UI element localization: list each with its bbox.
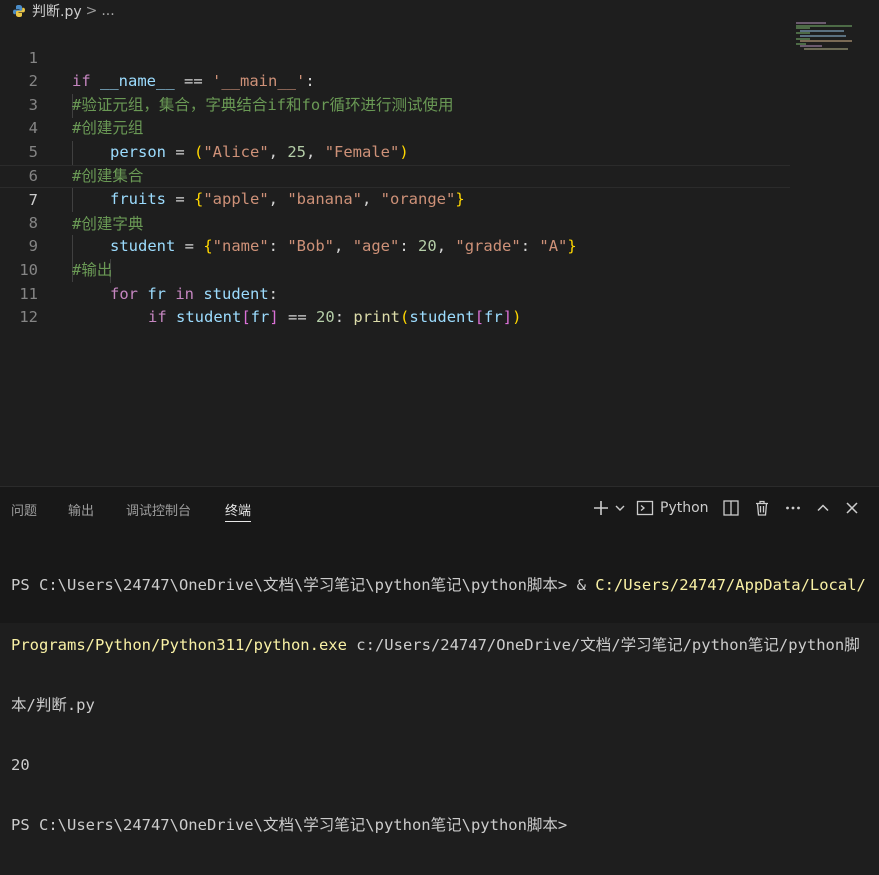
terminal-profile-button[interactable]: Python — [636, 499, 709, 517]
new-terminal-button[interactable] — [592, 499, 610, 517]
tab-terminal[interactable]: 终端 — [225, 500, 252, 522]
chevron-down-icon — [615, 505, 625, 511]
tab-debug-console[interactable]: 调试控制台 — [126, 500, 191, 519]
tab-output[interactable]: 输出 — [68, 500, 94, 519]
breadcrumb: 判断.py > ... — [0, 0, 879, 22]
line-number: 12 — [19, 308, 38, 327]
terminal-dropdown-button[interactable] — [614, 502, 626, 514]
kill-terminal-button[interactable] — [753, 499, 771, 517]
more-icon — [785, 506, 800, 510]
terminal-output[interactable]: PS C:\Users\24747\OneDrive\文档\学习笔记\pytho… — [11, 535, 873, 875]
code-line[interactable]: 5 #创建集合 — [0, 117, 790, 185]
tab-problems[interactable]: 问题 — [11, 500, 37, 519]
close-icon — [846, 502, 858, 514]
panel-tabs: 问题 输出 调试控制台 终端 Python — [0, 487, 879, 527]
breadcrumb-file[interactable]: 判断.py — [32, 1, 82, 21]
breadcrumb-more[interactable]: ... — [101, 3, 114, 19]
chevron-up-icon — [817, 504, 829, 512]
code-line[interactable]: 8 student = {"name": "Bob", "age": 20, "… — [0, 188, 790, 256]
more-actions-button[interactable] — [784, 499, 802, 517]
code-line[interactable]: 2 #验证元组，集合，字典结合if和for循环进行测试使用 — [0, 47, 790, 114]
terminal-line: PS C:\Users\24747\OneDrive\文档\学习笔记\pytho… — [11, 576, 866, 594]
python-file-icon — [12, 4, 26, 18]
code-line[interactable]: 11 if student[fr] == 20: print(student[f… — [0, 259, 790, 327]
plus-icon — [594, 501, 608, 515]
code-editor[interactable]: 1 if __name__ == '__main__': 2 #验证元组，集合，… — [0, 23, 879, 485]
trash-icon — [755, 500, 768, 516]
breadcrumb-separator: > — [85, 3, 98, 19]
bottom-panel: 问题 输出 调试控制台 终端 Python PS C:\Users\24747\… — [0, 486, 879, 834]
code-line[interactable]: 9 #输出 — [0, 212, 790, 279]
terminal-line: PS C:\Users\24747\OneDrive\文档\学习笔记\pytho… — [11, 816, 568, 834]
split-icon — [722, 500, 739, 516]
maximize-panel-button[interactable] — [815, 500, 831, 516]
code-line[interactable]: 3 #创建元组 — [0, 70, 790, 138]
code-line[interactable]: 12 — [0, 283, 790, 326]
close-panel-button[interactable] — [844, 500, 860, 516]
terminal-icon — [636, 500, 654, 516]
code-line[interactable]: 10 for fr in student: — [0, 235, 790, 303]
terminal-line: 本/判断.py — [11, 696, 95, 714]
terminal-profile-label: Python — [660, 500, 709, 516]
code-line[interactable]: 6 fruits = {"apple", "banana", "orange"} — [0, 141, 790, 209]
code-line[interactable]: 4 person = ("Alice", 25, "Female") — [0, 94, 790, 161]
code-line-current[interactable]: 7 #创建字典 — [0, 164, 790, 233]
terminal-line: Programs/Python/Python311/python.exe c:/… — [11, 636, 860, 654]
split-terminal-button[interactable] — [722, 499, 740, 517]
code-line[interactable]: 1 if __name__ == '__main__': — [0, 23, 790, 91]
terminal-line: 20 — [11, 756, 30, 774]
